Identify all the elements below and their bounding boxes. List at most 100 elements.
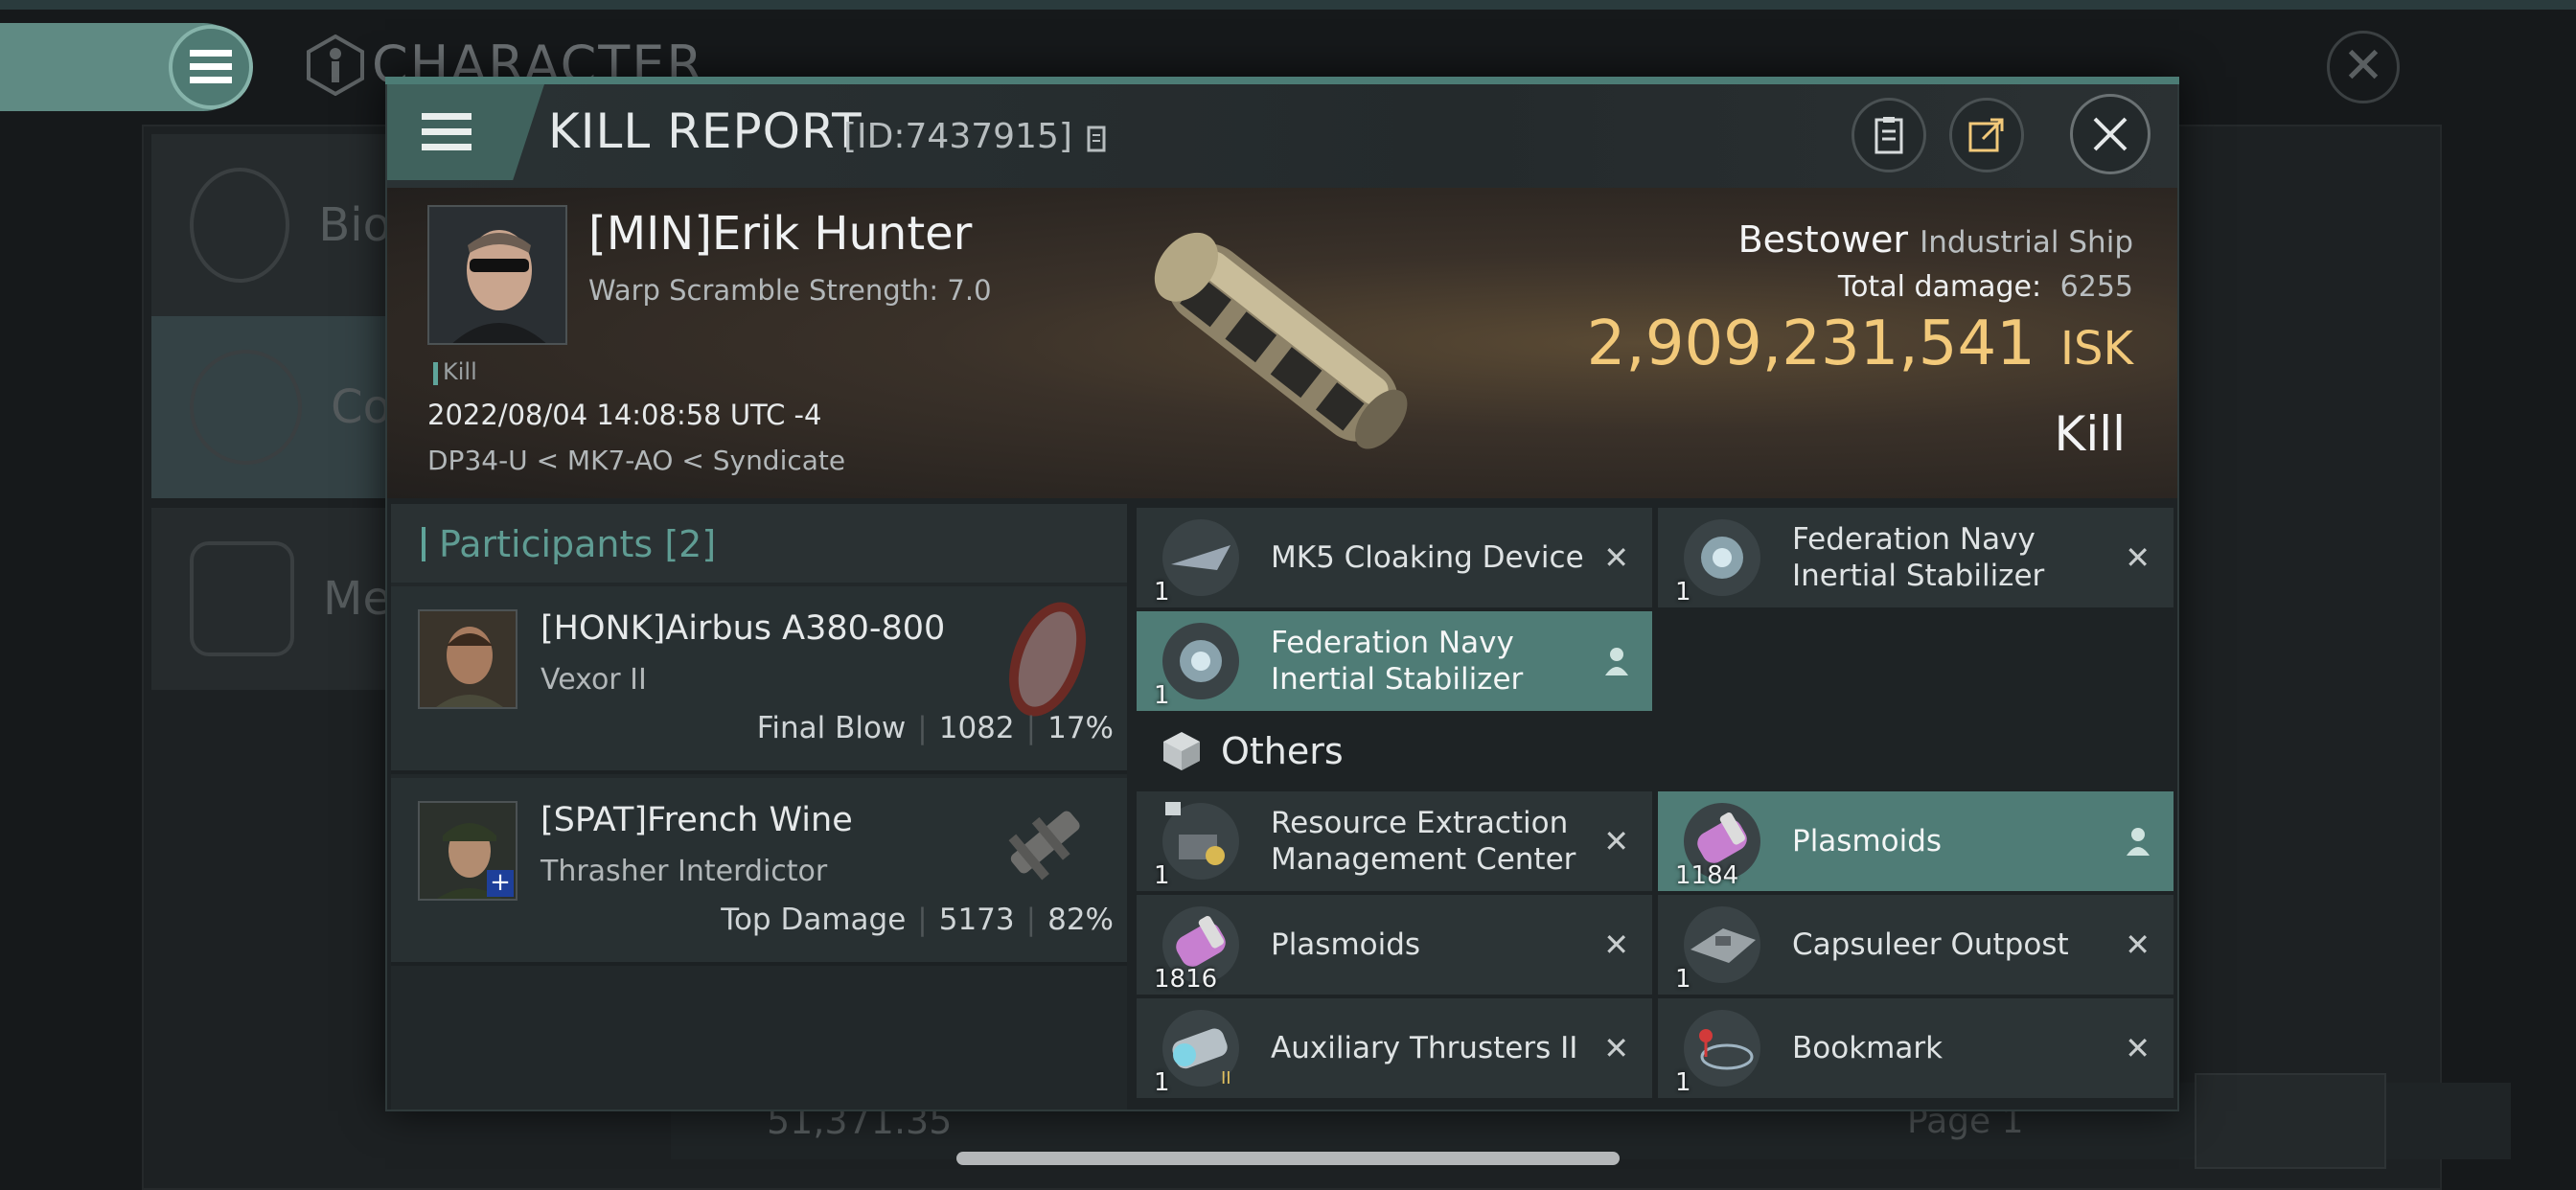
kill-id[interactable]: [ID:7437915]: [843, 117, 1108, 156]
share-button[interactable]: [1949, 98, 2024, 172]
portrait-image: [420, 611, 516, 707]
report-icon: [1874, 117, 1903, 154]
total-damage-value: 6255: [2059, 270, 2133, 304]
total-damage: Total damage: 6255: [1838, 270, 2133, 304]
star-icon: [190, 541, 295, 656]
isk-amount: 2,909,231,541: [1586, 309, 2036, 379]
close-icon: [2093, 117, 2128, 151]
item-plasmoids-dropped[interactable]: 1184 Plasmoids: [1658, 791, 2174, 891]
participant-role: Final Blow: [756, 711, 907, 745]
kill-location[interactable]: DP34-U < MK7-AO < Syndicate: [427, 445, 845, 476]
isk-value: 2,909,231,541 ISK: [1587, 309, 2133, 379]
sidebar-item-label: Co: [331, 380, 391, 434]
participant-percent: 17%: [1047, 711, 1114, 745]
destroyed-icon: ✕: [2125, 1030, 2150, 1066]
participant-avatar[interactable]: [418, 609, 518, 709]
participants-header-marker: [422, 527, 426, 561]
report-button[interactable]: [1852, 98, 1926, 172]
item-name: Auxiliary Thrusters II: [1271, 1031, 1578, 1065]
outpost-icon: 1: [1675, 904, 1763, 994]
others-title: Others: [1221, 730, 1344, 772]
item-name: Resource Extraction Management Center: [1271, 806, 1576, 877]
dialog-accent-line: [385, 77, 2179, 84]
plasmoids-icon: 1816: [1154, 904, 1242, 994]
isk-unit: ISK: [2059, 322, 2133, 376]
ship-name: Bestower: [1737, 218, 1909, 261]
destroyed-icon: ✕: [2125, 927, 2150, 963]
sidebar-item-label: Me: [323, 572, 391, 626]
sidebar-item-bio[interactable]: Bio: [151, 134, 391, 316]
participant-row[interactable]: [HONK]Airbus A380-800 Vexor II Final Blo…: [391, 586, 1127, 774]
item-name: Federation Navy Inertial Stabilizer: [1271, 626, 1524, 697]
ship-info[interactable]: Bestower Industrial Ship: [1738, 218, 2133, 261]
participant-avatar[interactable]: +: [418, 801, 518, 901]
sidebar-item-combat[interactable]: Co: [151, 316, 391, 498]
home-indicator[interactable]: [956, 1152, 1620, 1165]
screen-close-button[interactable]: ✕: [2327, 31, 2400, 103]
participants-title: Participants [2]: [439, 523, 716, 565]
cloaking-device-icon: 1: [1154, 516, 1242, 606]
item-name: Capsuleer Outpost: [1792, 927, 2069, 962]
item-quantity: 1: [1675, 965, 1691, 994]
participant-stats: Top Damage | 5173 | 82%: [721, 903, 1114, 937]
copy-icon[interactable]: [1087, 124, 1108, 152]
participant-row[interactable]: + [SPAT]French Wine Thrasher Interdictor…: [391, 778, 1127, 966]
item-auxiliary-thrusters-ii[interactable]: II 1 Auxiliary Thrusters II ✕: [1137, 998, 1652, 1098]
total-damage-label: Total damage:: [1837, 270, 2042, 304]
alliance-badge: +: [487, 870, 514, 897]
character-icon: [307, 34, 364, 96]
menu-icon: [422, 113, 472, 150]
crossed-swords-icon: [190, 350, 303, 465]
item-name: MK5 Cloaking Device: [1271, 540, 1584, 575]
destroyed-icon: ✕: [1603, 927, 1629, 963]
item-federation-navy-inertial-stabilizer-dropped[interactable]: 1 Federation Navy Inertial Stabilizer: [1137, 611, 1652, 711]
destroyed-icon: ✕: [1603, 823, 1629, 859]
kill-datetime: 2022/08/04 14:08:58 UTC -4: [427, 399, 822, 431]
item-name: Bookmark: [1792, 1031, 1944, 1065]
close-button[interactable]: [2070, 94, 2150, 174]
victim-name[interactable]: [MIN]Erik Hunter: [588, 207, 972, 261]
item-name: Federation Navy Inertial Stabilizer: [1792, 522, 2045, 593]
menu-icon: [190, 50, 232, 83]
dialog-title: KILL REPORT: [548, 103, 862, 159]
filter-button[interactable]: [2195, 1073, 2386, 1169]
participant-ship: Thrasher Interdictor: [540, 855, 828, 888]
item-resource-extraction-management-center[interactable]: 1 Resource Extraction Management Center …: [1137, 791, 1652, 891]
kill-id-text: [ID:7437915]: [843, 117, 1072, 156]
others-section-header: Others: [1140, 713, 1654, 790]
share-icon: [1968, 118, 2004, 152]
item-name: Plasmoids: [1792, 824, 1943, 858]
item-plasmoids[interactable]: 1816 Plasmoids ✕: [1137, 895, 1652, 995]
item-quantity: 1184: [1675, 861, 1739, 890]
item-quantity: 1: [1154, 578, 1170, 606]
participant-role: Top Damage: [721, 903, 907, 937]
participant-name[interactable]: [HONK]Airbus A380-800: [540, 609, 945, 648]
thrusters-icon: II 1: [1154, 1007, 1242, 1097]
participant-name[interactable]: [SPAT]French Wine: [540, 801, 853, 839]
ship-class: Industrial Ship: [1920, 225, 2133, 260]
kill-tag: Kill: [443, 358, 477, 385]
bookmark-icon: 1: [1675, 1007, 1763, 1097]
victim-ship-image[interactable]: [1112, 197, 1457, 485]
item-mk5-cloaking-device[interactable]: 1 MK5 Cloaking Device ✕: [1137, 508, 1652, 607]
item-bookmark[interactable]: 1 Bookmark ✕: [1658, 998, 2174, 1098]
menu-button[interactable]: [169, 25, 253, 109]
destroyed-icon: ✕: [1603, 1030, 1629, 1066]
victim-detail: Warp Scramble Strength: 7.0: [588, 274, 992, 307]
participant-ship-image: [1009, 602, 1086, 717]
participant-damage: 1082: [938, 711, 1015, 745]
participant-damage: 5173: [938, 903, 1015, 937]
victim-avatar[interactable]: [427, 205, 567, 345]
management-center-icon: 1: [1154, 800, 1242, 890]
destroyed-icon: ✕: [1603, 539, 1629, 576]
kill-result: Kill: [2054, 406, 2126, 462]
inertial-stabilizer-icon: 1: [1154, 620, 1242, 710]
participant-ship-image: [1008, 811, 1080, 881]
cube-icon: [1163, 732, 1200, 770]
item-federation-navy-inertial-stabilizer[interactable]: 1 Federation Navy Inertial Stabilizer ✕: [1658, 508, 2174, 607]
item-quantity: 1: [1675, 1068, 1691, 1097]
sidebar-item-label: Bio: [318, 198, 391, 252]
sidebar-item-medals[interactable]: Me: [151, 508, 391, 690]
item-capsuleer-outpost[interactable]: 1 Capsuleer Outpost ✕: [1658, 895, 2174, 995]
bio-icon: [190, 168, 290, 283]
